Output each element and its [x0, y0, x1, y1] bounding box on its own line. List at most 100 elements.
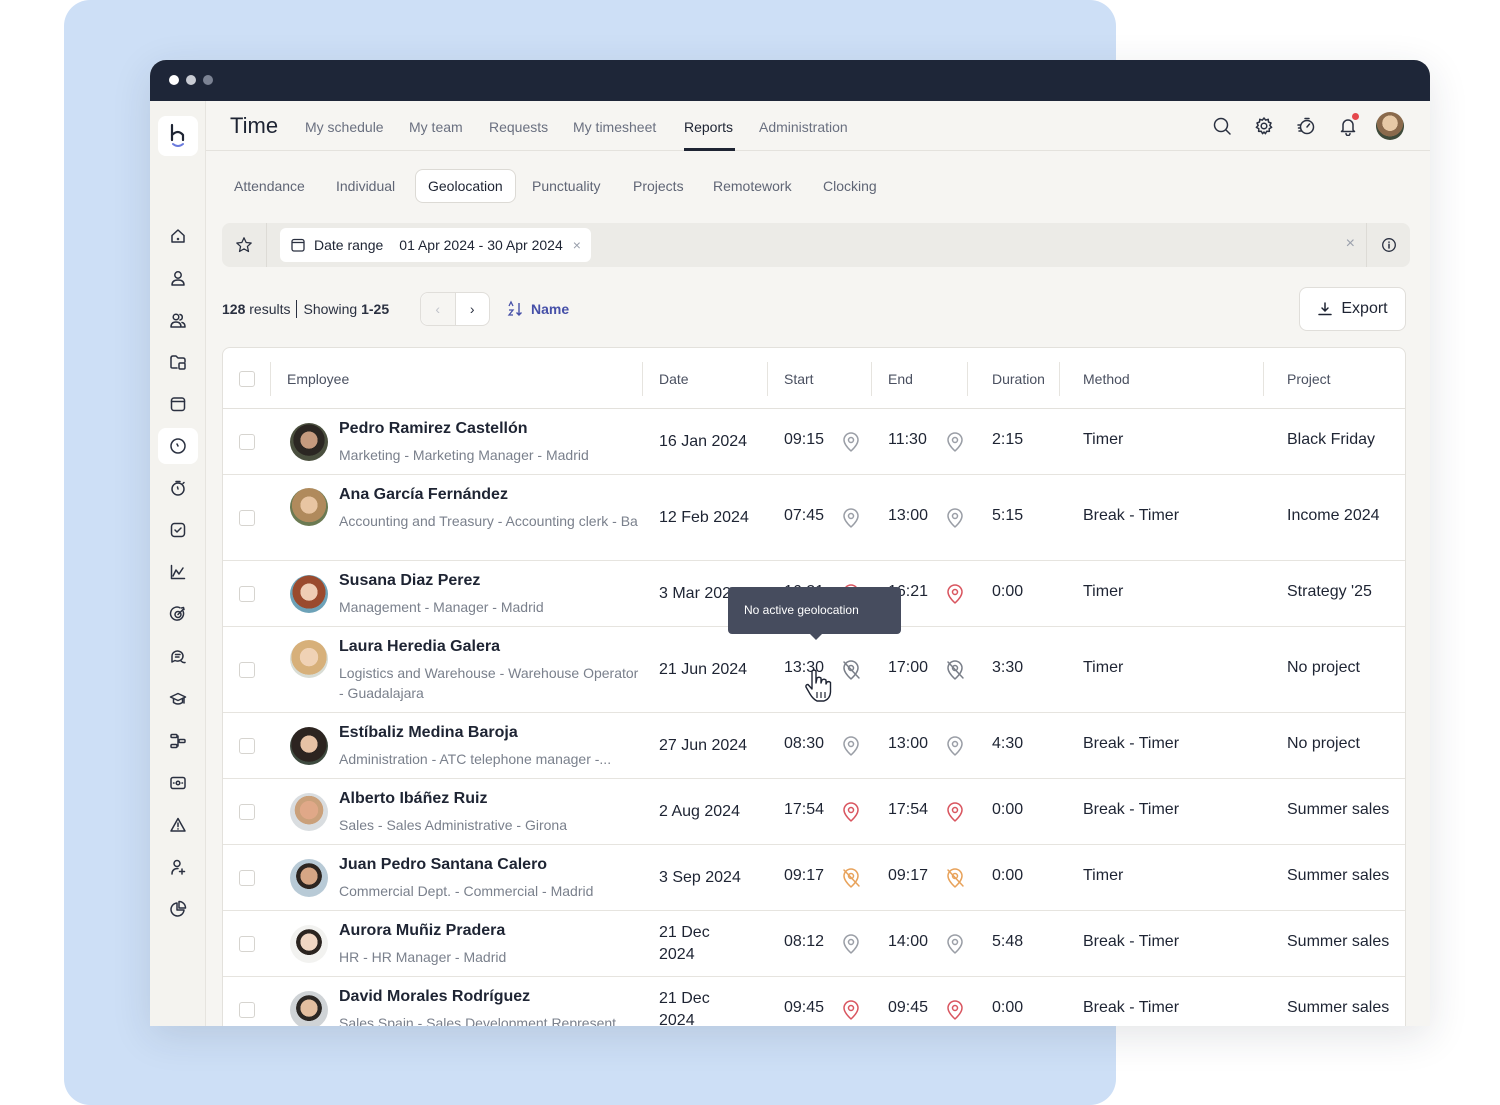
column-employee[interactable]: Employee — [287, 371, 349, 387]
sidebar-item-target[interactable] — [158, 596, 198, 632]
employee-name[interactable]: Alberto Ibáñez Ruiz — [339, 790, 487, 808]
table-row[interactable]: Ana García Fernández Accounting and Treas… — [223, 475, 1405, 561]
search-icon[interactable] — [1212, 116, 1232, 136]
location-off-icon[interactable] — [840, 659, 862, 681]
location-off-icon[interactable] — [944, 659, 966, 681]
export-button[interactable]: Export — [1299, 287, 1406, 331]
location-off-warning-icon[interactable] — [944, 867, 966, 889]
window-minimize-button[interactable] — [186, 75, 196, 85]
favorite-filter-button[interactable] — [222, 223, 267, 267]
location-alert-icon[interactable] — [944, 801, 966, 823]
previous-page-button[interactable]: ‹ — [421, 293, 456, 325]
sidebar-item-money[interactable] — [158, 765, 198, 801]
column-duration[interactable]: Duration — [992, 371, 1045, 387]
sidebar-item-add-user[interactable] — [158, 849, 198, 885]
sidebar-item-warning[interactable] — [158, 807, 198, 843]
row-checkbox[interactable] — [239, 586, 255, 602]
employee-name[interactable]: Pedro Ramirez Castellón — [339, 420, 528, 438]
location-pin-icon[interactable] — [840, 933, 862, 955]
window-maximize-button[interactable] — [203, 75, 213, 85]
row-checkbox[interactable] — [239, 1002, 255, 1018]
tab-attendance[interactable]: Attendance — [222, 169, 317, 203]
location-alert-icon[interactable] — [840, 999, 862, 1021]
row-checkbox[interactable] — [239, 434, 255, 450]
tab-projects[interactable]: Projects — [621, 169, 696, 203]
column-end[interactable]: End — [888, 371, 913, 387]
location-alert-icon[interactable] — [944, 999, 966, 1021]
sidebar-item-folder[interactable] — [158, 344, 198, 380]
column-start[interactable]: Start — [784, 371, 814, 387]
table-row[interactable]: Juan Pedro Santana Calero Commercial Dept… — [223, 845, 1405, 911]
table-row[interactable]: Pedro Ramirez Castellón Marketing - Marke… — [223, 409, 1405, 475]
sidebar-item-graduation-cap[interactable] — [158, 681, 198, 717]
location-alert-icon[interactable] — [944, 583, 966, 605]
location-pin-icon[interactable] — [944, 933, 966, 955]
sidebar-item-workflow[interactable] — [158, 723, 198, 759]
location-pin-icon[interactable] — [944, 431, 966, 453]
employee-name[interactable]: Juan Pedro Santana Calero — [339, 856, 547, 874]
location-pin-icon[interactable] — [944, 507, 966, 529]
row-checkbox[interactable] — [239, 804, 255, 820]
employee-name[interactable]: Laura Heredia Galera — [339, 638, 500, 656]
next-page-button[interactable]: › — [456, 293, 490, 325]
row-checkbox[interactable] — [239, 936, 255, 952]
end-time-cell: 17:54 — [888, 801, 929, 818]
clear-filters-button[interactable]: × — [1346, 235, 1355, 253]
row-checkbox[interactable] — [239, 510, 255, 526]
nav-my-team[interactable]: My team — [409, 119, 463, 135]
employee-name[interactable]: Aurora Muñiz Pradera — [339, 922, 505, 940]
app-logo[interactable] — [158, 116, 198, 156]
table-row[interactable]: David Morales Rodríguez Sales Spain - Sal… — [223, 977, 1405, 1026]
row-checkbox[interactable] — [239, 738, 255, 754]
sidebar-item-pie-chart[interactable] — [158, 891, 198, 927]
bell-icon[interactable] — [1338, 113, 1359, 137]
sidebar-item-clock[interactable] — [158, 428, 198, 465]
sort-button[interactable]: Name — [507, 300, 569, 318]
table-row[interactable]: Estíbaliz Medina Baroja Administration - … — [223, 713, 1405, 779]
sidebar-item-chat[interactable] — [158, 639, 198, 675]
location-pin-icon[interactable] — [840, 735, 862, 757]
column-date[interactable]: Date — [659, 371, 689, 387]
employee-name[interactable]: Ana García Fernández — [339, 486, 508, 504]
tab-geolocation[interactable]: Geolocation — [415, 169, 516, 203]
nav-administration[interactable]: Administration — [759, 119, 848, 135]
sidebar-item-chart[interactable] — [158, 554, 198, 590]
sidebar-item-calendar[interactable] — [158, 386, 198, 422]
settings-icon[interactable] — [1254, 116, 1274, 136]
location-pin-icon[interactable] — [944, 735, 966, 757]
sidebar-item-home[interactable] — [158, 218, 198, 254]
row-checkbox[interactable] — [239, 662, 255, 678]
nav-requests[interactable]: Requests — [489, 119, 548, 135]
timer-icon[interactable] — [1296, 116, 1316, 136]
table-row[interactable]: Alberto Ibáñez Ruiz Sales - Sales Adminis… — [223, 779, 1405, 845]
sidebar-item-person[interactable] — [158, 260, 198, 296]
nav-my-timesheet[interactable]: My timesheet — [573, 119, 656, 135]
remove-filter-icon[interactable]: × — [573, 237, 581, 253]
employee-name[interactable]: Susana Diaz Perez — [339, 572, 480, 590]
location-alert-icon[interactable] — [840, 801, 862, 823]
location-pin-icon[interactable] — [840, 507, 862, 529]
user-avatar[interactable] — [1376, 112, 1404, 140]
window-close-button[interactable] — [169, 75, 179, 85]
tab-individual[interactable]: Individual — [324, 169, 407, 203]
row-checkbox[interactable] — [239, 870, 255, 886]
nav-my-schedule[interactable]: My schedule — [305, 119, 384, 135]
location-pin-icon[interactable] — [840, 431, 862, 453]
employee-name[interactable]: Estíbaliz Medina Baroja — [339, 724, 518, 742]
tab-punctuality[interactable]: Punctuality — [520, 169, 612, 203]
sidebar-item-people[interactable] — [158, 302, 198, 338]
employee-name[interactable]: David Morales Rodríguez — [339, 988, 530, 1006]
project-cell: Summer sales — [1287, 999, 1390, 1016]
nav-reports[interactable]: Reports — [684, 119, 733, 135]
table-row[interactable]: Aurora Muñiz Pradera HR - HR Manager - Ma… — [223, 911, 1405, 977]
sidebar-item-stopwatch[interactable] — [158, 470, 198, 506]
tab-remotework[interactable]: Remotework — [701, 169, 804, 203]
date-range-filter-chip[interactable]: Date range 01 Apr 2024 - 30 Apr 2024 × — [280, 228, 591, 262]
column-method[interactable]: Method — [1083, 371, 1130, 387]
location-off-warning-icon[interactable] — [840, 867, 862, 889]
sidebar-item-checkbox[interactable] — [158, 512, 198, 548]
info-button[interactable] — [1366, 223, 1410, 267]
column-project[interactable]: Project — [1287, 371, 1331, 387]
tab-clocking[interactable]: Clocking — [811, 169, 889, 203]
select-all-checkbox[interactable] — [239, 371, 255, 387]
